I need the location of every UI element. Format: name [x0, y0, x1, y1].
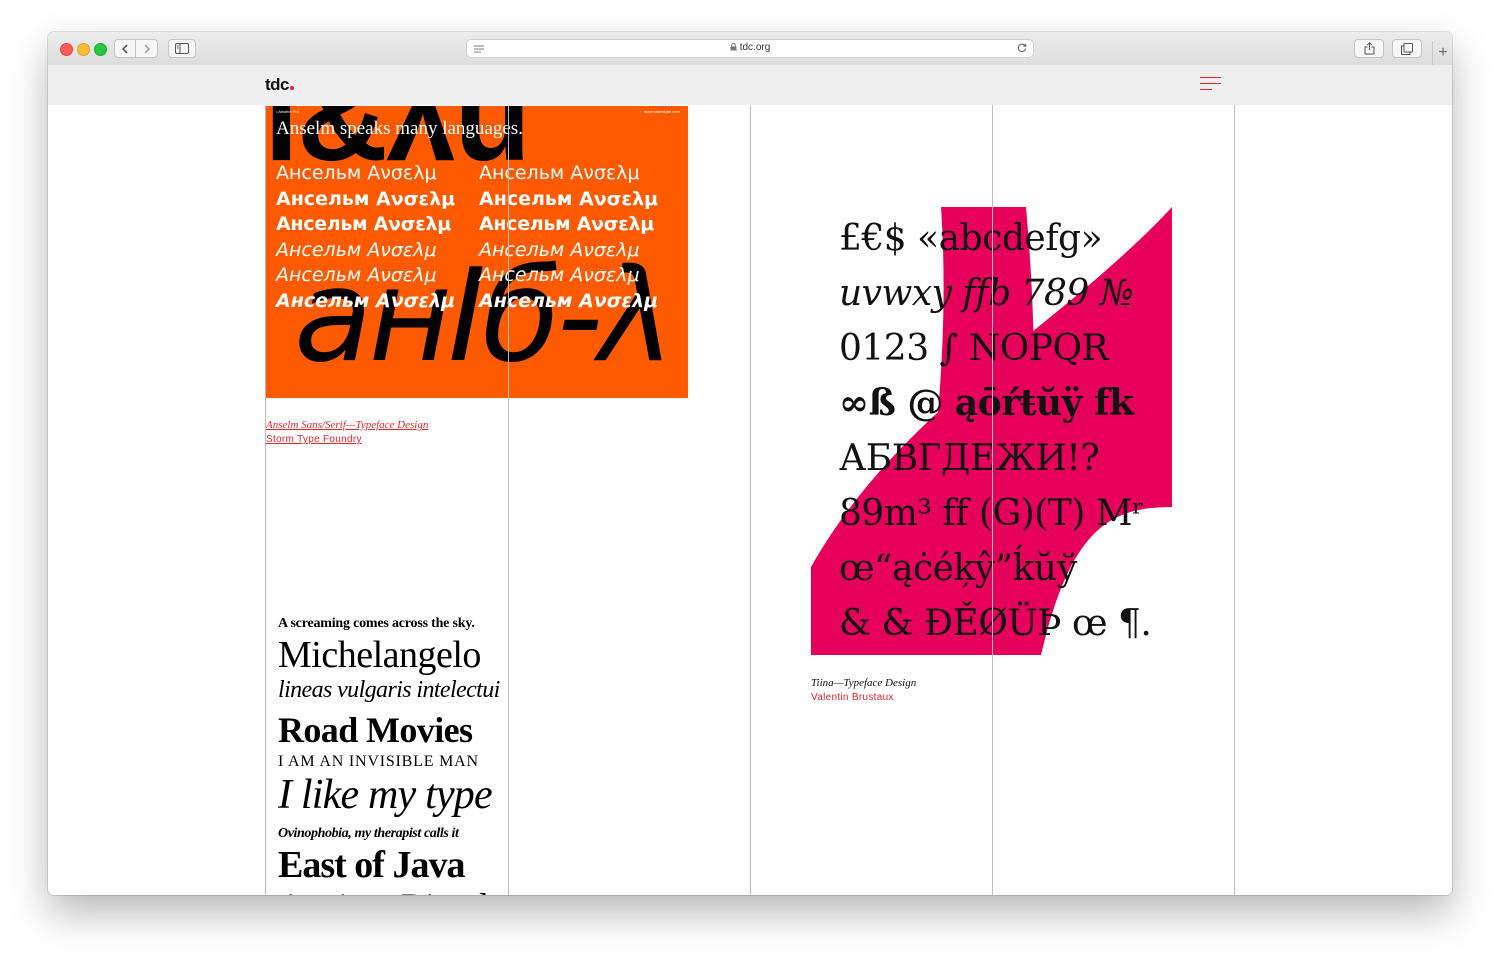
hamburger-icon[interactable]	[1200, 77, 1221, 91]
tiina-project-title-link[interactable]: Tiina—Typeface Design	[811, 677, 916, 689]
reload-icon	[1017, 43, 1027, 53]
share-icon	[1364, 42, 1374, 55]
logo-dot	[290, 86, 294, 90]
url-display: tdc.org	[467, 42, 1033, 53]
tiina-line: 0123 ∫ NOPQR	[839, 328, 1109, 369]
tiina-line: АБВГДЕЖИ!?	[839, 438, 1100, 479]
tiina-designer-link[interactable]: Valentin Brustaux	[811, 692, 894, 703]
poster-line: Ансельм Ανσελμ	[479, 187, 659, 210]
menu-line	[1200, 89, 1212, 90]
tiina-line: £€$ «abcdefg»	[839, 218, 1103, 259]
specimen-line: A screaming comes across the sky.	[278, 616, 475, 631]
specimen-line: Ancient Rituals	[278, 885, 503, 895]
minimize-window-button[interactable]	[77, 43, 90, 56]
tiina-line: œ“ąċéķŷ”ḱŭў	[839, 548, 1078, 589]
poster-line: Ансельм Ανσελμ	[479, 238, 640, 261]
show-tabs-button[interactable]	[1392, 39, 1422, 58]
forward-button[interactable]	[136, 39, 158, 58]
poster-line: Ансельм Ανσελμ	[276, 264, 437, 286]
poster-left-column: Ансельм Ανσελμ Ансельм Ανσελμ Ансельм Αν…	[276, 161, 455, 314]
back-button[interactable]	[114, 39, 136, 58]
tiina-wordmark: tiina	[1117, 352, 1130, 360]
reload-button[interactable]	[1017, 42, 1027, 56]
address-bar[interactable]: tdc.org	[466, 39, 1034, 58]
specimen-line: Ovinophobia, my therapist calls it	[278, 826, 459, 841]
specimen-image[interactable]: A screaming comes across the sky. Michel…	[278, 613, 508, 895]
grid-line	[508, 105, 509, 895]
specimen-line: I like my type	[278, 772, 493, 818]
forward-icon	[144, 44, 150, 53]
tabs-icon	[1401, 42, 1413, 55]
url-text: tdc.org	[739, 42, 771, 53]
share-button[interactable]	[1354, 39, 1384, 58]
specimen-line: lineas vulgaris intelectui	[278, 677, 500, 703]
history-navigation	[114, 39, 158, 58]
tiina-line: & & ĐĚØÜÞ œ ¶.	[839, 603, 1152, 644]
close-window-button[interactable]	[60, 43, 73, 56]
browser-window: tdc.org + tdc l&λu aнIб-λ • Anselm Pro w…	[48, 32, 1452, 895]
tiina-glyph-lines: £€$ «abcdefg» uvwxy ffb 789 № 0123 ∫ NOP…	[839, 211, 1152, 651]
poster-line: Ансельм Ανσελμ	[276, 187, 456, 210]
sidebar-icon	[175, 43, 189, 54]
browser-toolbar: tdc.org +	[48, 32, 1452, 66]
specimen-line: East of Java	[278, 844, 465, 886]
poster-line: Ансельм Ανσελμ	[276, 213, 451, 235]
zoom-window-button[interactable]	[94, 43, 107, 56]
poster-line: Ансельм Ανσελμ	[479, 264, 640, 286]
poster-line: Ансельм Ανσελμ	[479, 213, 654, 235]
back-icon	[122, 44, 128, 53]
specimen-line: I AM AN INVISIBLE MAN	[278, 753, 479, 770]
page-content: l&λu aнIб-λ • Anselm Pro www.stormtype.c…	[48, 105, 1452, 895]
logo-text: tdc	[265, 75, 290, 94]
site-header: tdc	[48, 65, 1452, 105]
grid-line	[750, 105, 751, 895]
grid-line	[1234, 105, 1235, 895]
menu-line	[1200, 77, 1221, 78]
grid-line	[992, 105, 993, 895]
lock-icon	[730, 43, 737, 51]
poster-line: Ансельм Ανσελμ	[276, 238, 437, 261]
new-tab-button[interactable]: +	[1432, 41, 1452, 65]
poster-header-right: www.stormtype.com	[644, 109, 680, 114]
specimen-line: Road Movies	[278, 710, 473, 750]
menu-line	[1200, 83, 1221, 84]
tiina-line: uvwxy ffb 789 №	[839, 273, 1134, 314]
grid-line	[265, 105, 266, 895]
specimen-line: Michelangelo	[278, 634, 481, 676]
anselm-designer-link[interactable]: Storm Type Foundry	[266, 434, 362, 445]
poster-header-left: • Anselm Pro	[276, 109, 299, 114]
tiina-line: 89m³ ff (G)(T) Mʳ	[839, 493, 1145, 534]
poster-line: Ансельм Ανσελμ	[276, 289, 456, 312]
anselm-project-title-link[interactable]: Anselm Sans/Serif—Typeface Design	[266, 419, 428, 431]
poster-title: Anselm speaks many languages.	[276, 118, 523, 139]
poster-line: Ансельм Ανσελμ	[479, 162, 640, 184]
poster-line: Ансельм Ανσελμ	[479, 289, 659, 312]
poster-line: Ансельм Ανσελμ	[276, 162, 437, 184]
plus-icon: +	[1438, 44, 1448, 61]
tiina-line: ∞ß @ ąōŕŧŭÿ fk	[839, 382, 1134, 424]
tdc-logo[interactable]: tdc	[265, 75, 294, 95]
sidebar-toggle-button[interactable]	[168, 39, 196, 58]
anselm-poster-image[interactable]: l&λu aнIб-λ • Anselm Pro www.stormtype.c…	[266, 106, 688, 398]
poster-right-column: Ансельм Ανσελμ Ансельм Ανσελμ Ансельм Αν…	[479, 161, 658, 314]
